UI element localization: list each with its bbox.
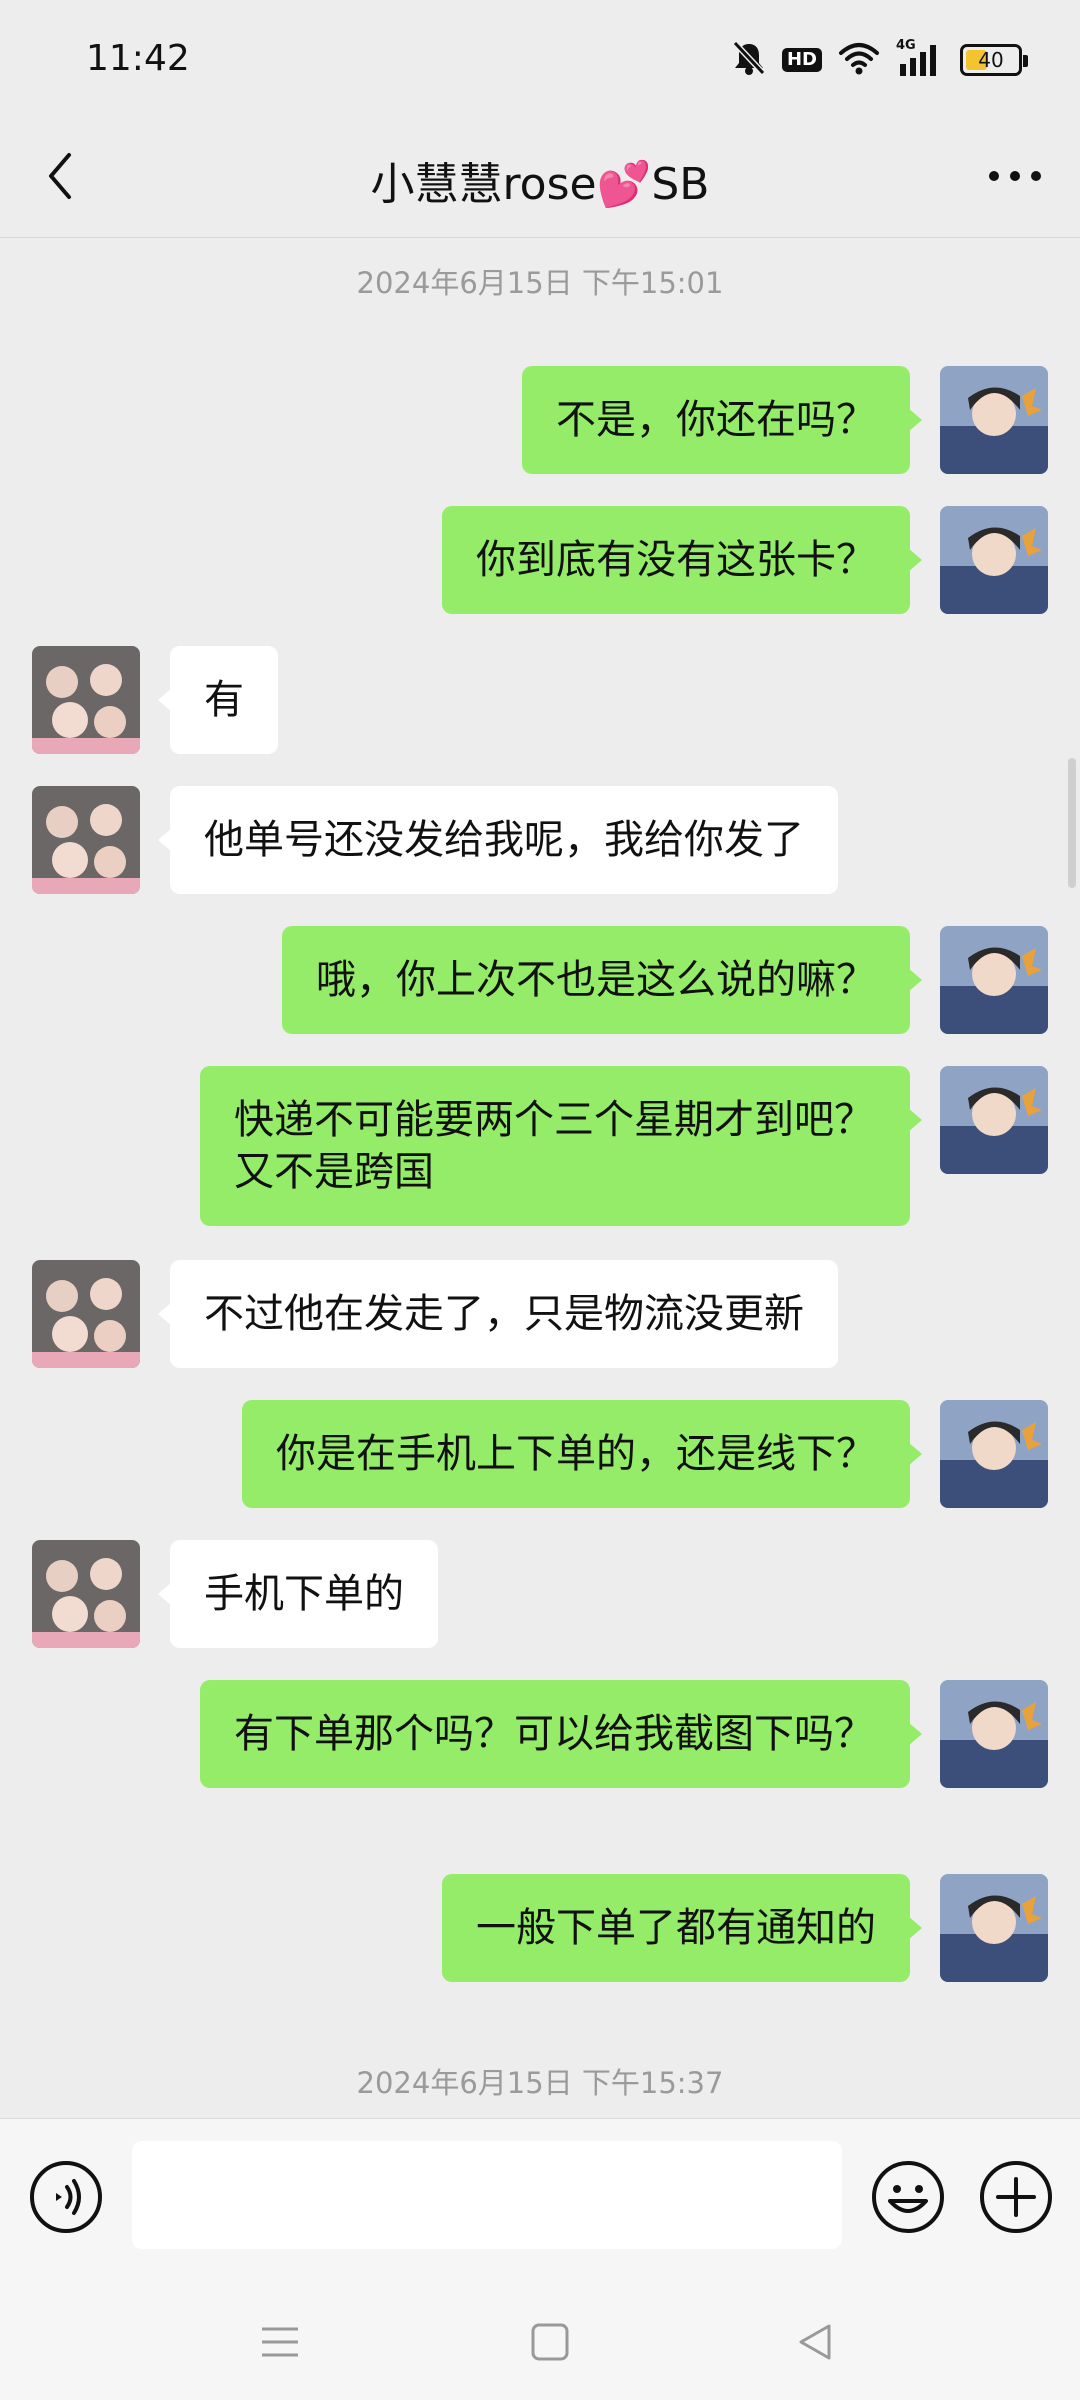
system-navigation-bar	[0, 2276, 1080, 2400]
message-bubble-received[interactable]: 不过他在发走了，只是物流没更新	[158, 1260, 838, 1368]
message-bubble-sent[interactable]: 不是，你还在吗？	[522, 366, 922, 474]
message-bubble-received[interactable]: 他单号还没发给我呢，我给你发了	[158, 786, 838, 894]
more-button[interactable]	[980, 146, 1050, 206]
message-input[interactable]	[132, 2141, 842, 2249]
message-bubble-sent[interactable]: 一般下单了都有通知的	[442, 1874, 922, 1982]
message-bubble-received[interactable]: 有	[158, 646, 278, 754]
voice-icon	[30, 2161, 102, 2233]
voice-button[interactable]	[28, 2159, 104, 2235]
avatar-self[interactable]	[940, 1680, 1048, 1788]
avatar-self[interactable]	[940, 506, 1048, 614]
more-dots-icon	[989, 171, 1041, 181]
avatar-self[interactable]	[940, 1874, 1048, 1982]
avatar-self[interactable]	[940, 926, 1048, 1034]
cellular-4g-icon: 4G	[896, 38, 944, 78]
hd-badge: HD	[781, 48, 822, 72]
message-bubble-sent[interactable]: 你到底有没有这张卡？	[442, 506, 922, 614]
avatar-self[interactable]	[940, 1400, 1048, 1508]
nav-back-button[interactable]	[785, 2312, 845, 2372]
status-time: 11:42	[86, 38, 190, 79]
message-bubble-sent[interactable]: 有下单那个吗？可以给我截图下吗？	[200, 1680, 922, 1788]
menu-button[interactable]	[250, 2312, 310, 2372]
message-bubble-sent[interactable]: 快递不可能要两个三个星期才到吧？又不是跨国	[200, 1066, 922, 1226]
avatar-self[interactable]	[940, 1066, 1048, 1174]
status-bar: 11:42 HD 4G 40	[0, 0, 1080, 120]
avatar-contact[interactable]	[32, 646, 140, 754]
triangle-back-icon	[799, 2324, 831, 2360]
message-bubble-sent[interactable]: 哦，你上次不也是这么说的嘛？	[282, 926, 922, 1034]
home-icon	[531, 2323, 569, 2361]
mute-bell-icon	[732, 40, 766, 80]
menu-icon	[262, 2327, 298, 2357]
timestamp: 2024年6月15日 下午15:01	[356, 266, 724, 300]
input-bar	[0, 2118, 1080, 2276]
chat-area[interactable]: 2024年6月15日 下午15:01 不是，你还在吗？ 你到底有没有这张卡？ 有…	[0, 238, 1080, 2118]
battery-level: 40	[978, 48, 1004, 72]
chat-header: 小慧慧rose💕SB	[0, 120, 1080, 238]
message-bubble-received[interactable]: 手机下单的	[158, 1540, 438, 1648]
timestamp: 2024年6月15日 下午15:37	[356, 2066, 724, 2100]
avatar-contact[interactable]	[32, 786, 140, 894]
chat-scrollbar[interactable]	[1068, 758, 1076, 888]
plus-icon	[980, 2161, 1052, 2233]
plus-button[interactable]	[978, 2159, 1054, 2235]
battery-icon: 40	[960, 44, 1028, 76]
emoji-button[interactable]	[870, 2159, 946, 2235]
wifi-icon	[838, 41, 880, 79]
avatar-self[interactable]	[940, 366, 1048, 474]
avatar-contact[interactable]	[32, 1260, 140, 1368]
message-bubble-sent[interactable]: 你是在手机上下单的，还是线下？	[242, 1400, 922, 1508]
emoji-icon	[872, 2161, 944, 2233]
home-button[interactable]	[520, 2312, 580, 2372]
avatar-contact[interactable]	[32, 1540, 140, 1648]
chat-title: 小慧慧rose💕SB	[370, 159, 710, 210]
status-icons: HD 4G 40	[732, 38, 1028, 82]
